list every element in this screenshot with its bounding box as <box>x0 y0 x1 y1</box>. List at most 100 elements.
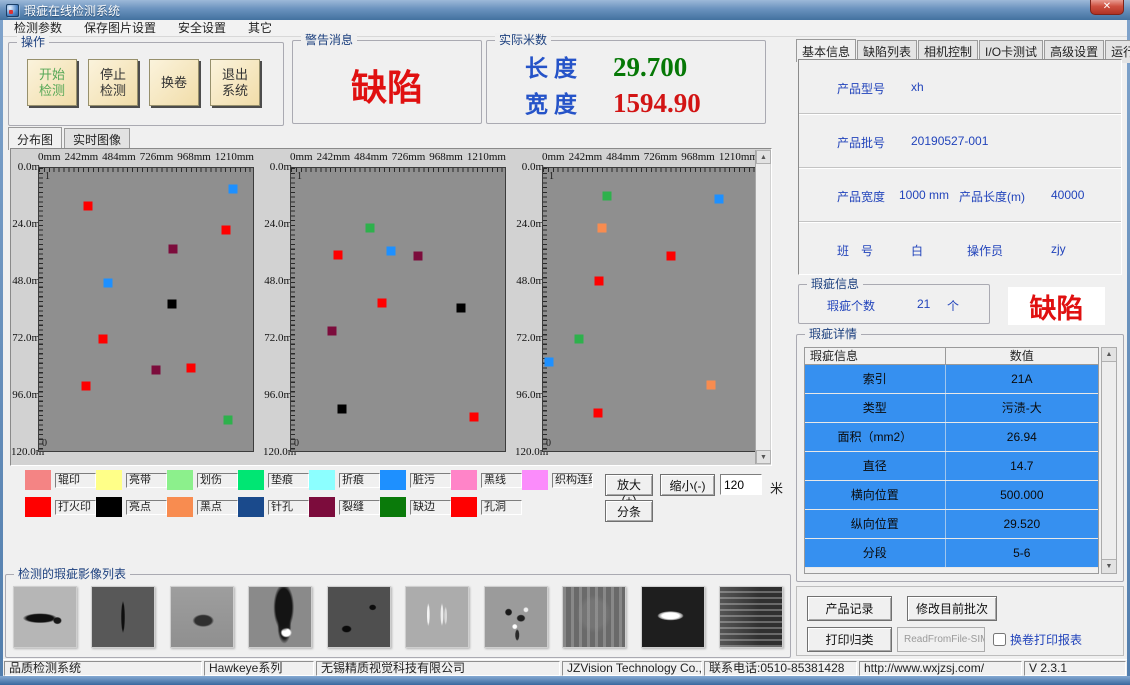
defect-point[interactable] <box>327 326 336 335</box>
x-tick-label: 968mm <box>681 151 715 165</box>
defect-thumbnail[interactable] <box>170 586 234 648</box>
zoom-in-button[interactable]: 放大(+) <box>605 474 653 496</box>
product-length-label: 产品长度(m) <box>959 188 1025 205</box>
plot-panel-1: 0mm242mm484mm726mm968mm1210mm 0.0m24.0m4… <box>11 149 263 465</box>
defect-point[interactable] <box>387 247 396 256</box>
close-button[interactable]: ✕ <box>1090 0 1124 15</box>
legend-color-swatch <box>238 470 264 490</box>
table-scrollbar[interactable]: ▲ ▼ <box>1101 347 1117 574</box>
defect-point[interactable] <box>224 416 233 425</box>
legend-color-swatch <box>96 470 122 490</box>
defect-point[interactable] <box>470 413 479 422</box>
status-segment: 无锡精质视觉科技有限公司 <box>316 661 560 676</box>
defect-point[interactable] <box>333 251 342 260</box>
x-tick-label: 1210mm <box>719 151 758 165</box>
read-from-file-button[interactable]: ReadFromFile-SIM <box>897 627 985 652</box>
range-input[interactable] <box>720 474 762 495</box>
defect-point[interactable] <box>603 191 612 200</box>
defect-point[interactable] <box>457 304 466 313</box>
defect-point[interactable] <box>707 381 716 390</box>
table-row[interactable]: 索引21A <box>805 365 1098 394</box>
distribution-plots: 0mm242mm484mm726mm968mm1210mm 0.0m24.0m4… <box>10 148 772 466</box>
defect-point[interactable] <box>151 365 160 374</box>
defect-point[interactable] <box>83 201 92 210</box>
defect-point[interactable] <box>413 252 422 261</box>
defect-point[interactable] <box>574 334 583 343</box>
defect-thumbnail[interactable] <box>484 586 548 648</box>
defect-info-title: 瑕疵信息 <box>807 277 863 291</box>
legend-item: 亮点 <box>96 497 167 517</box>
defect-point[interactable] <box>167 300 176 309</box>
defect-point[interactable] <box>338 405 347 414</box>
defect-point[interactable] <box>81 382 90 391</box>
operation-button[interactable]: 退出系统 <box>210 59 260 106</box>
defect-point[interactable] <box>598 223 607 232</box>
menu-item[interactable]: 其它 <box>237 20 283 37</box>
split-button[interactable]: 分条 <box>605 500 653 522</box>
view-tab[interactable]: 分布图 <box>8 127 62 150</box>
defect-thumbnail[interactable] <box>91 586 155 648</box>
defect-count-value: 21 <box>917 297 930 311</box>
y-tick-label: 48.0m <box>12 275 40 287</box>
defect-thumbnail[interactable] <box>405 586 469 648</box>
menu-item[interactable]: 保存图片设置 <box>73 20 167 37</box>
operation-button[interactable]: 停止检测 <box>88 59 138 106</box>
defect-thumbnail[interactable] <box>327 586 391 648</box>
menu-bar: 检测参数保存图片设置安全设置其它 <box>3 20 1127 37</box>
defect-point[interactable] <box>545 357 554 366</box>
scroll-down-icon[interactable]: ▼ <box>1102 559 1116 573</box>
zoom-out-button[interactable]: 缩小(-) <box>660 474 715 496</box>
operation-button[interactable]: 开始检测 <box>27 59 77 106</box>
table-row[interactable]: 分段5-6 <box>805 539 1098 568</box>
legend-label: 打火印 <box>55 500 96 515</box>
strip-zero-marker: 0 <box>42 438 47 449</box>
menu-item[interactable]: 检测参数 <box>3 20 73 37</box>
defect-point[interactable] <box>104 279 113 288</box>
defect-point[interactable] <box>366 223 375 232</box>
product-width-label: 产品宽度 <box>837 188 885 205</box>
defect-point[interactable] <box>715 194 724 203</box>
defect-thumbnail[interactable] <box>641 586 705 648</box>
scroll-down-icon[interactable]: ▼ <box>756 450 771 464</box>
product-model-row: 产品型号 xh <box>799 60 1121 114</box>
defect-thumbnail[interactable] <box>248 586 312 648</box>
x-tick-label: 1210mm <box>215 151 254 165</box>
product-batch-value: 20190527-001 <box>911 134 988 148</box>
table-row[interactable]: 横向位置500.000 <box>805 481 1098 510</box>
table-row[interactable]: 直径14.7 <box>805 452 1098 481</box>
table-row[interactable]: 面积（mm2）26.94 <box>805 423 1098 452</box>
defect-point[interactable] <box>595 277 604 286</box>
defect-point[interactable] <box>593 409 602 418</box>
defect-point[interactable] <box>186 363 195 372</box>
table-row[interactable]: 纵向位置29.520 <box>805 510 1098 539</box>
modify-batch-button[interactable]: 修改目前批次 <box>907 596 997 621</box>
width-label: 宽度 <box>525 85 613 119</box>
plot-scrollbar[interactable]: ▲ ▼ <box>755 150 770 464</box>
print-report-checkbox[interactable] <box>993 633 1006 646</box>
operator-value: zjy <box>1051 242 1066 256</box>
print-classify-button[interactable]: 打印归类 <box>807 627 892 652</box>
legend-color-swatch <box>25 470 51 490</box>
operation-button[interactable]: 换卷 <box>149 59 199 106</box>
menu-item[interactable]: 安全设置 <box>167 20 237 37</box>
defect-thumbnail[interactable] <box>562 586 626 648</box>
print-report-checkbox-label: 换卷打印报表 <box>1010 631 1082 648</box>
defect-thumbnail[interactable] <box>719 586 783 648</box>
scroll-up-icon[interactable]: ▲ <box>1102 348 1116 362</box>
product-record-button[interactable]: 产品记录 <box>807 596 892 621</box>
defect-point[interactable] <box>229 184 238 193</box>
legend-item: 裂缝 <box>309 497 380 517</box>
table-row[interactable]: 类型污渍-大 <box>805 394 1098 423</box>
scroll-up-icon[interactable]: ▲ <box>756 150 771 164</box>
status-segment: Hawkeye系列 <box>204 661 314 676</box>
legend-row-1: 辊印亮带划伤垫痕折痕脏污黑线织构连线 <box>25 470 600 490</box>
defect-point[interactable] <box>168 245 177 254</box>
defect-point[interactable] <box>99 334 108 343</box>
defect-thumbnail[interactable] <box>13 586 77 648</box>
legend-color-swatch <box>451 497 477 517</box>
x-tick-label: 484mm <box>102 151 136 165</box>
actions-box: 产品记录 修改目前批次 打印归类 ReadFromFile-SIM 换卷打印报表 <box>796 586 1124 656</box>
defect-point[interactable] <box>378 299 387 308</box>
defect-point[interactable] <box>666 252 675 261</box>
defect-point[interactable] <box>222 225 231 234</box>
